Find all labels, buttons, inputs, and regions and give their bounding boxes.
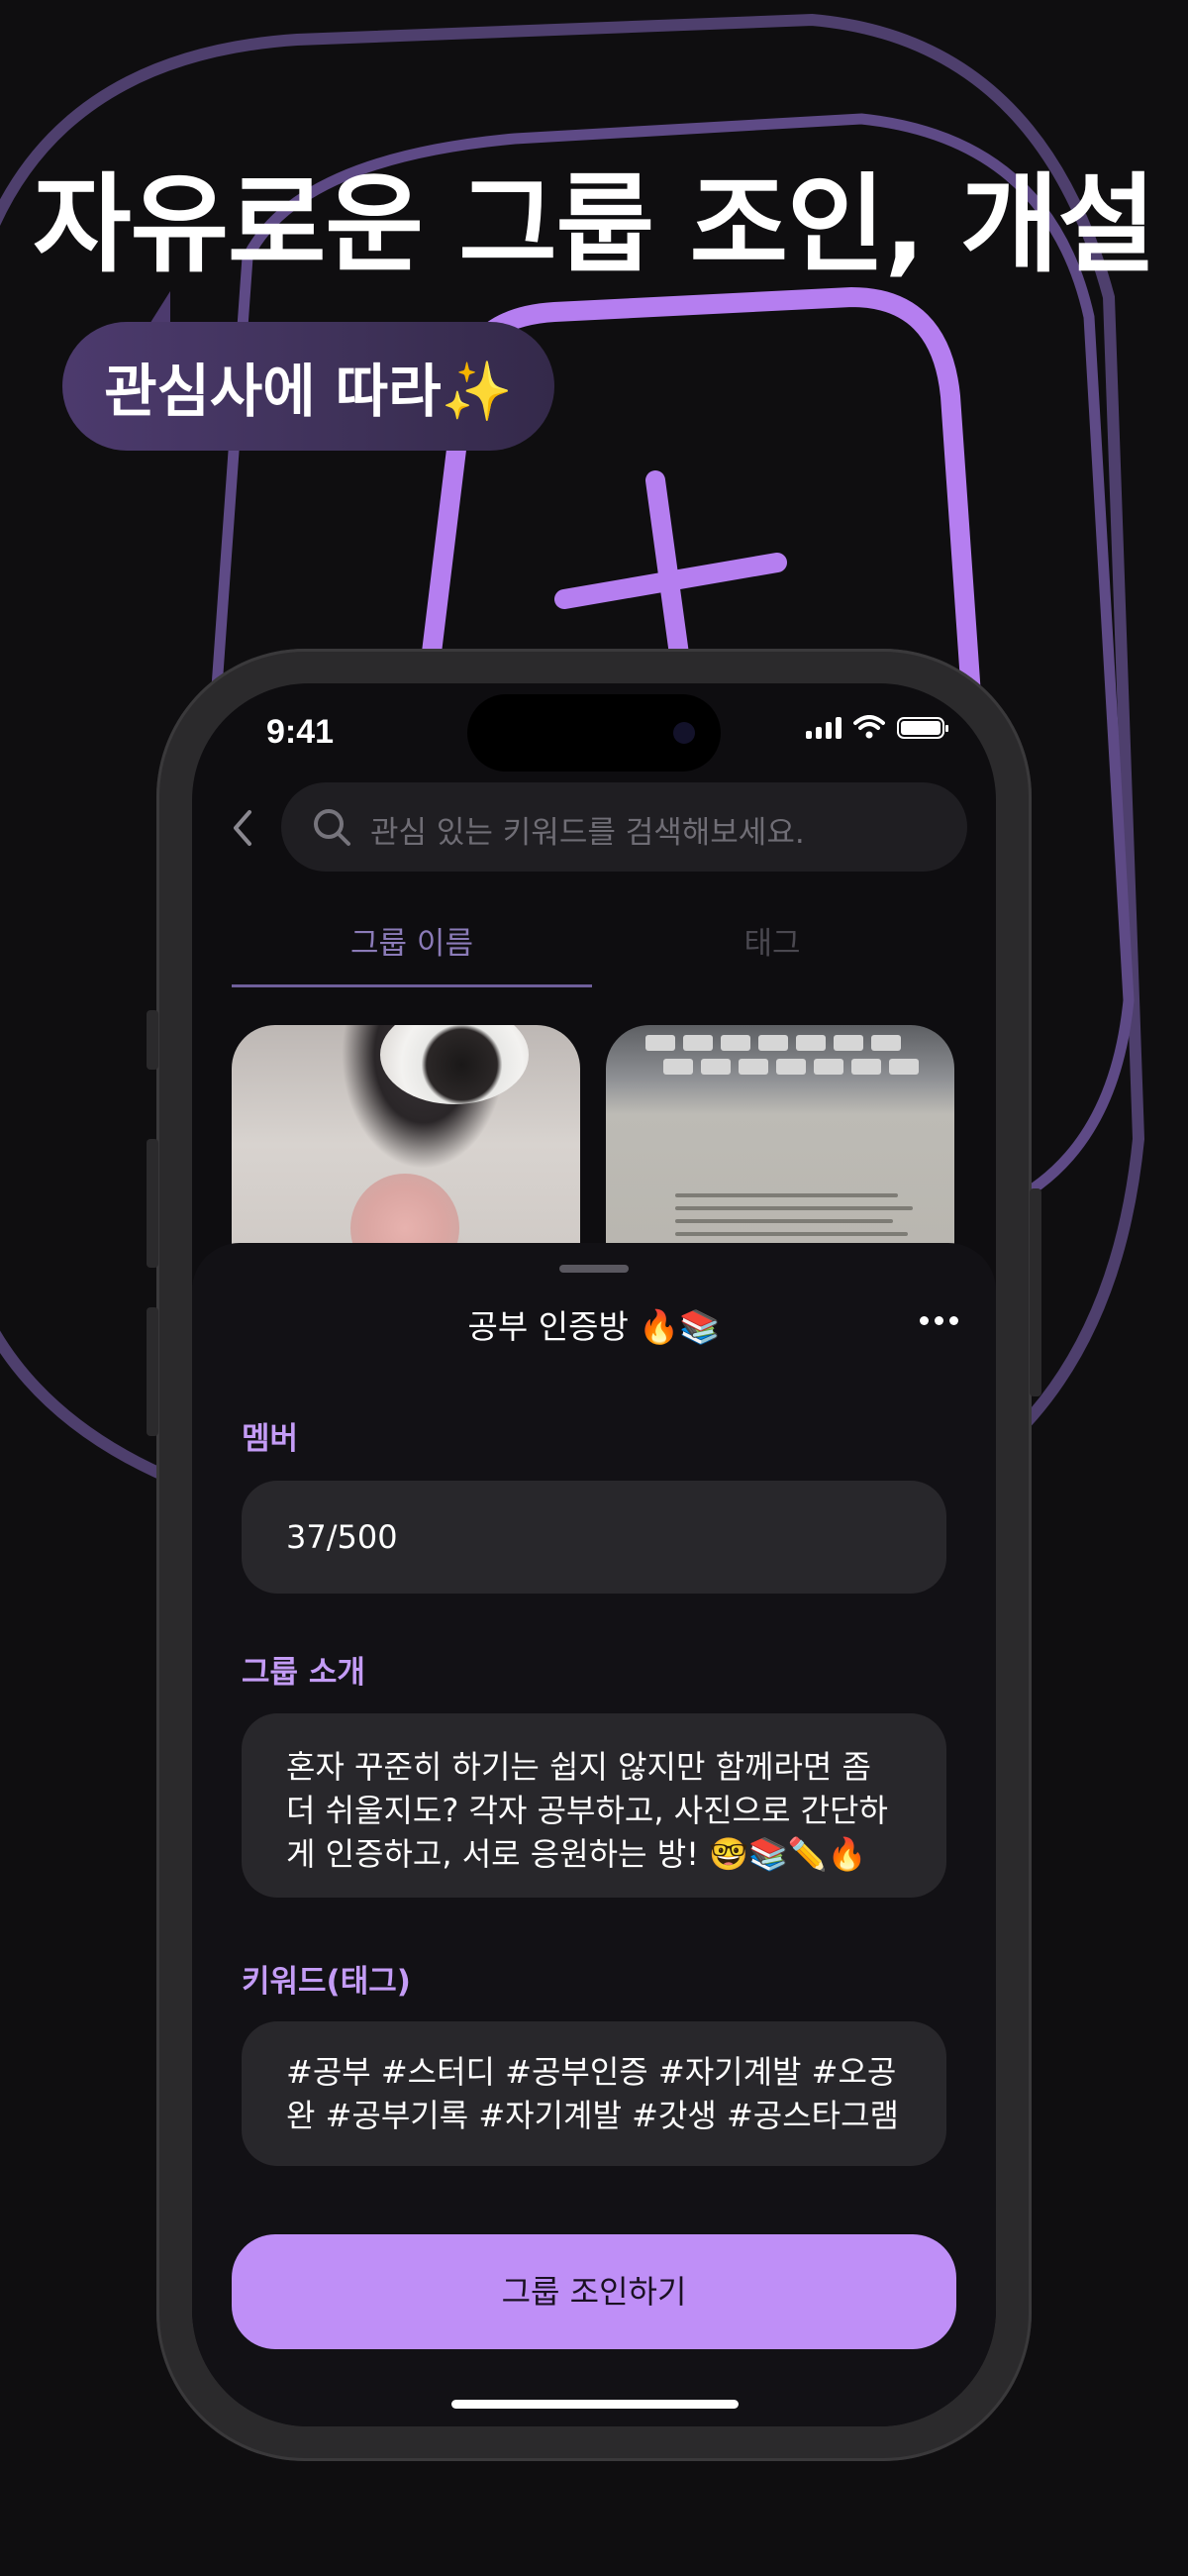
phone-silent-switch [147,1010,158,1070]
sheet-grabber[interactable] [559,1265,629,1273]
member-label: 멤버 [242,1421,299,1457]
group-title: 공부 인증방 🔥📚 [467,1307,721,1346]
intro-label: 그룹 소개 [242,1655,365,1691]
battery-icon [897,717,948,739]
promo-bubble: 관심사에 따라✨ [62,322,554,451]
search-placeholder: 관심 있는 키워드를 검색해보세요. [370,815,805,851]
cat-eye [380,1025,529,1104]
join-group-button[interactable]: 그룹 조인하기 [232,2234,956,2349]
wifi-icon [853,715,885,739]
search-input[interactable]: 관심 있는 키워드를 검색해보세요. [281,782,967,872]
tab-active-indicator [232,984,592,987]
more-dots-icon[interactable] [920,1316,958,1325]
home-indicator[interactable] [451,2400,739,2409]
back-chevron-icon[interactable] [224,806,263,850]
intro-field: 혼자 꾸준히 하기는 쉽지 않지만 함께라면 좀 더 쉬울지도? 각자 공부하고… [242,1713,946,1898]
phone-volume-down [147,1307,158,1436]
phone-screen: 9:41 관심 있는 키워드를 검색해보세요. 그룹 이름 태그 공부 인증방 … [192,683,996,2426]
member-count-field: 37/500 [242,1481,946,1594]
tab-tags[interactable]: 태그 [592,918,952,963]
dynamic-island [467,694,721,772]
camera-dot [673,722,695,744]
status-time: 9:41 [266,713,335,751]
tab-group-name[interactable]: 그룹 이름 [232,918,592,963]
tags-field: #공부 #스터디 #공부인증 #자기계발 #오공완 #공부기록 #자기계발 #갓… [242,2021,946,2166]
search-icon [314,809,350,846]
phone-volume-up [147,1139,158,1268]
group-detail-sheet: 공부 인증방 🔥📚 멤버 37/500 그룹 소개 혼자 꾸준히 하기는 쉽지 … [192,1243,996,2426]
phone-power-button [1030,1188,1041,1396]
keyboard-keys [645,1035,942,1084]
tags-label: 키워드(태그) [242,1964,411,2000]
signal-icon [806,717,842,739]
promo-headline: 자유로운 그룹 조인, 개설 [33,163,1155,287]
status-icons [806,715,948,739]
